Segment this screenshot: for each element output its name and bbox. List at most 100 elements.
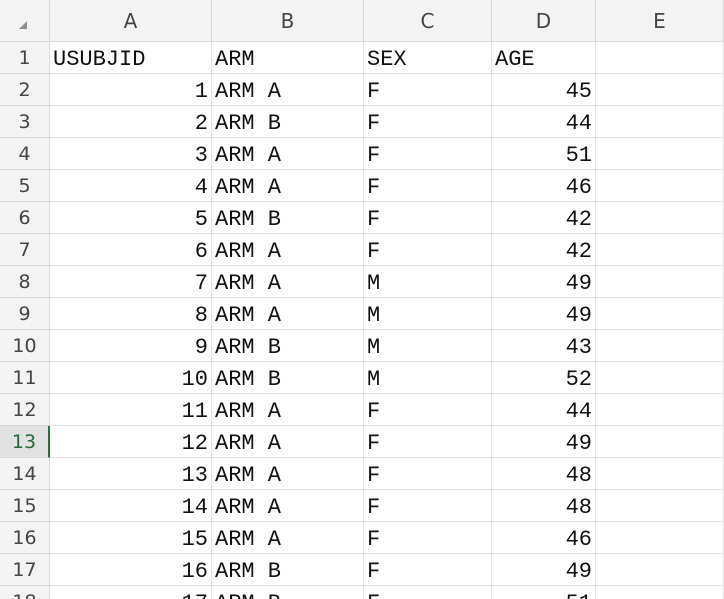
cell-a15[interactable]: 14	[50, 490, 212, 522]
cell-e11[interactable]	[596, 362, 724, 394]
cell-b10[interactable]: ARM B	[212, 330, 364, 362]
cell-e17[interactable]	[596, 554, 724, 586]
cell-e15[interactable]	[596, 490, 724, 522]
cell-d10[interactable]: 43	[492, 330, 596, 362]
cell-e14[interactable]	[596, 458, 724, 490]
cell-e3[interactable]	[596, 106, 724, 138]
cell-d18[interactable]: 51	[492, 586, 596, 599]
cell-c15[interactable]: F	[364, 490, 492, 522]
cell-b1[interactable]: ARM	[212, 42, 364, 74]
cell-e13[interactable]	[596, 426, 724, 458]
row-header-14[interactable]: 14	[0, 458, 50, 490]
cell-a14[interactable]: 13	[50, 458, 212, 490]
cell-a1[interactable]: USUBJID	[50, 42, 212, 74]
cell-a12[interactable]: 11	[50, 394, 212, 426]
column-header-a[interactable]: A	[50, 0, 212, 42]
cell-a7[interactable]: 6	[50, 234, 212, 266]
cell-c11[interactable]: M	[364, 362, 492, 394]
cell-c17[interactable]: F	[364, 554, 492, 586]
cell-b16[interactable]: ARM A	[212, 522, 364, 554]
cell-e2[interactable]	[596, 74, 724, 106]
cell-c14[interactable]: F	[364, 458, 492, 490]
cell-c2[interactable]: F	[364, 74, 492, 106]
cell-b4[interactable]: ARM A	[212, 138, 364, 170]
cell-d3[interactable]: 44	[492, 106, 596, 138]
cell-c18[interactable]: F	[364, 586, 492, 599]
cell-b15[interactable]: ARM A	[212, 490, 364, 522]
cell-d11[interactable]: 52	[492, 362, 596, 394]
cell-c5[interactable]: F	[364, 170, 492, 202]
cell-d6[interactable]: 42	[492, 202, 596, 234]
cell-d16[interactable]: 46	[492, 522, 596, 554]
cell-b6[interactable]: ARM B	[212, 202, 364, 234]
cell-a8[interactable]: 7	[50, 266, 212, 298]
cell-d15[interactable]: 48	[492, 490, 596, 522]
select-all-corner[interactable]	[0, 0, 50, 42]
cell-d17[interactable]: 49	[492, 554, 596, 586]
cell-b8[interactable]: ARM A	[212, 266, 364, 298]
row-header-18[interactable]: 18	[0, 586, 50, 599]
cell-b2[interactable]: ARM A	[212, 74, 364, 106]
cell-a3[interactable]: 2	[50, 106, 212, 138]
cell-e18[interactable]	[596, 586, 724, 599]
row-header-13[interactable]: 13	[0, 426, 50, 458]
cell-a9[interactable]: 8	[50, 298, 212, 330]
cell-e7[interactable]	[596, 234, 724, 266]
cell-c3[interactable]: F	[364, 106, 492, 138]
cell-d9[interactable]: 49	[492, 298, 596, 330]
cell-e1[interactable]	[596, 42, 724, 74]
row-header-9[interactable]: 9	[0, 298, 50, 330]
row-header-11[interactable]: 11	[0, 362, 50, 394]
cell-c16[interactable]: F	[364, 522, 492, 554]
cell-a4[interactable]: 3	[50, 138, 212, 170]
cell-c4[interactable]: F	[364, 138, 492, 170]
cell-c10[interactable]: M	[364, 330, 492, 362]
cell-b13[interactable]: ARM A	[212, 426, 364, 458]
row-header-12[interactable]: 12	[0, 394, 50, 426]
cell-d8[interactable]: 49	[492, 266, 596, 298]
cell-a13[interactable]: 12	[50, 426, 212, 458]
cell-d7[interactable]: 42	[492, 234, 596, 266]
column-header-b[interactable]: B	[212, 0, 364, 42]
row-header-15[interactable]: 15	[0, 490, 50, 522]
row-header-2[interactable]: 2	[0, 74, 50, 106]
row-header-6[interactable]: 6	[0, 202, 50, 234]
cell-c12[interactable]: F	[364, 394, 492, 426]
column-header-c[interactable]: C	[364, 0, 492, 42]
cell-b7[interactable]: ARM A	[212, 234, 364, 266]
row-header-4[interactable]: 4	[0, 138, 50, 170]
cell-b14[interactable]: ARM A	[212, 458, 364, 490]
cell-e6[interactable]	[596, 202, 724, 234]
cell-b9[interactable]: ARM A	[212, 298, 364, 330]
cell-b3[interactable]: ARM B	[212, 106, 364, 138]
cell-c6[interactable]: F	[364, 202, 492, 234]
cell-d13[interactable]: 49	[492, 426, 596, 458]
cell-e5[interactable]	[596, 170, 724, 202]
cell-a6[interactable]: 5	[50, 202, 212, 234]
cell-d1[interactable]: AGE	[492, 42, 596, 74]
cell-d5[interactable]: 46	[492, 170, 596, 202]
cell-c7[interactable]: F	[364, 234, 492, 266]
cell-a17[interactable]: 16	[50, 554, 212, 586]
cell-a11[interactable]: 10	[50, 362, 212, 394]
row-header-7[interactable]: 7	[0, 234, 50, 266]
cell-c13[interactable]: F	[364, 426, 492, 458]
cell-a2[interactable]: 1	[50, 74, 212, 106]
cell-d14[interactable]: 48	[492, 458, 596, 490]
cell-b11[interactable]: ARM B	[212, 362, 364, 394]
cell-b5[interactable]: ARM A	[212, 170, 364, 202]
cell-d12[interactable]: 44	[492, 394, 596, 426]
row-header-5[interactable]: 5	[0, 170, 50, 202]
cell-e9[interactable]	[596, 298, 724, 330]
cell-a5[interactable]: 4	[50, 170, 212, 202]
cell-c8[interactable]: M	[364, 266, 492, 298]
cell-a10[interactable]: 9	[50, 330, 212, 362]
cell-d4[interactable]: 51	[492, 138, 596, 170]
cell-e4[interactable]	[596, 138, 724, 170]
cell-e12[interactable]	[596, 394, 724, 426]
cell-b17[interactable]: ARM B	[212, 554, 364, 586]
row-header-10[interactable]: 10	[0, 330, 50, 362]
cell-b18[interactable]: ARM B	[212, 586, 364, 599]
cell-e8[interactable]	[596, 266, 724, 298]
row-header-8[interactable]: 8	[0, 266, 50, 298]
